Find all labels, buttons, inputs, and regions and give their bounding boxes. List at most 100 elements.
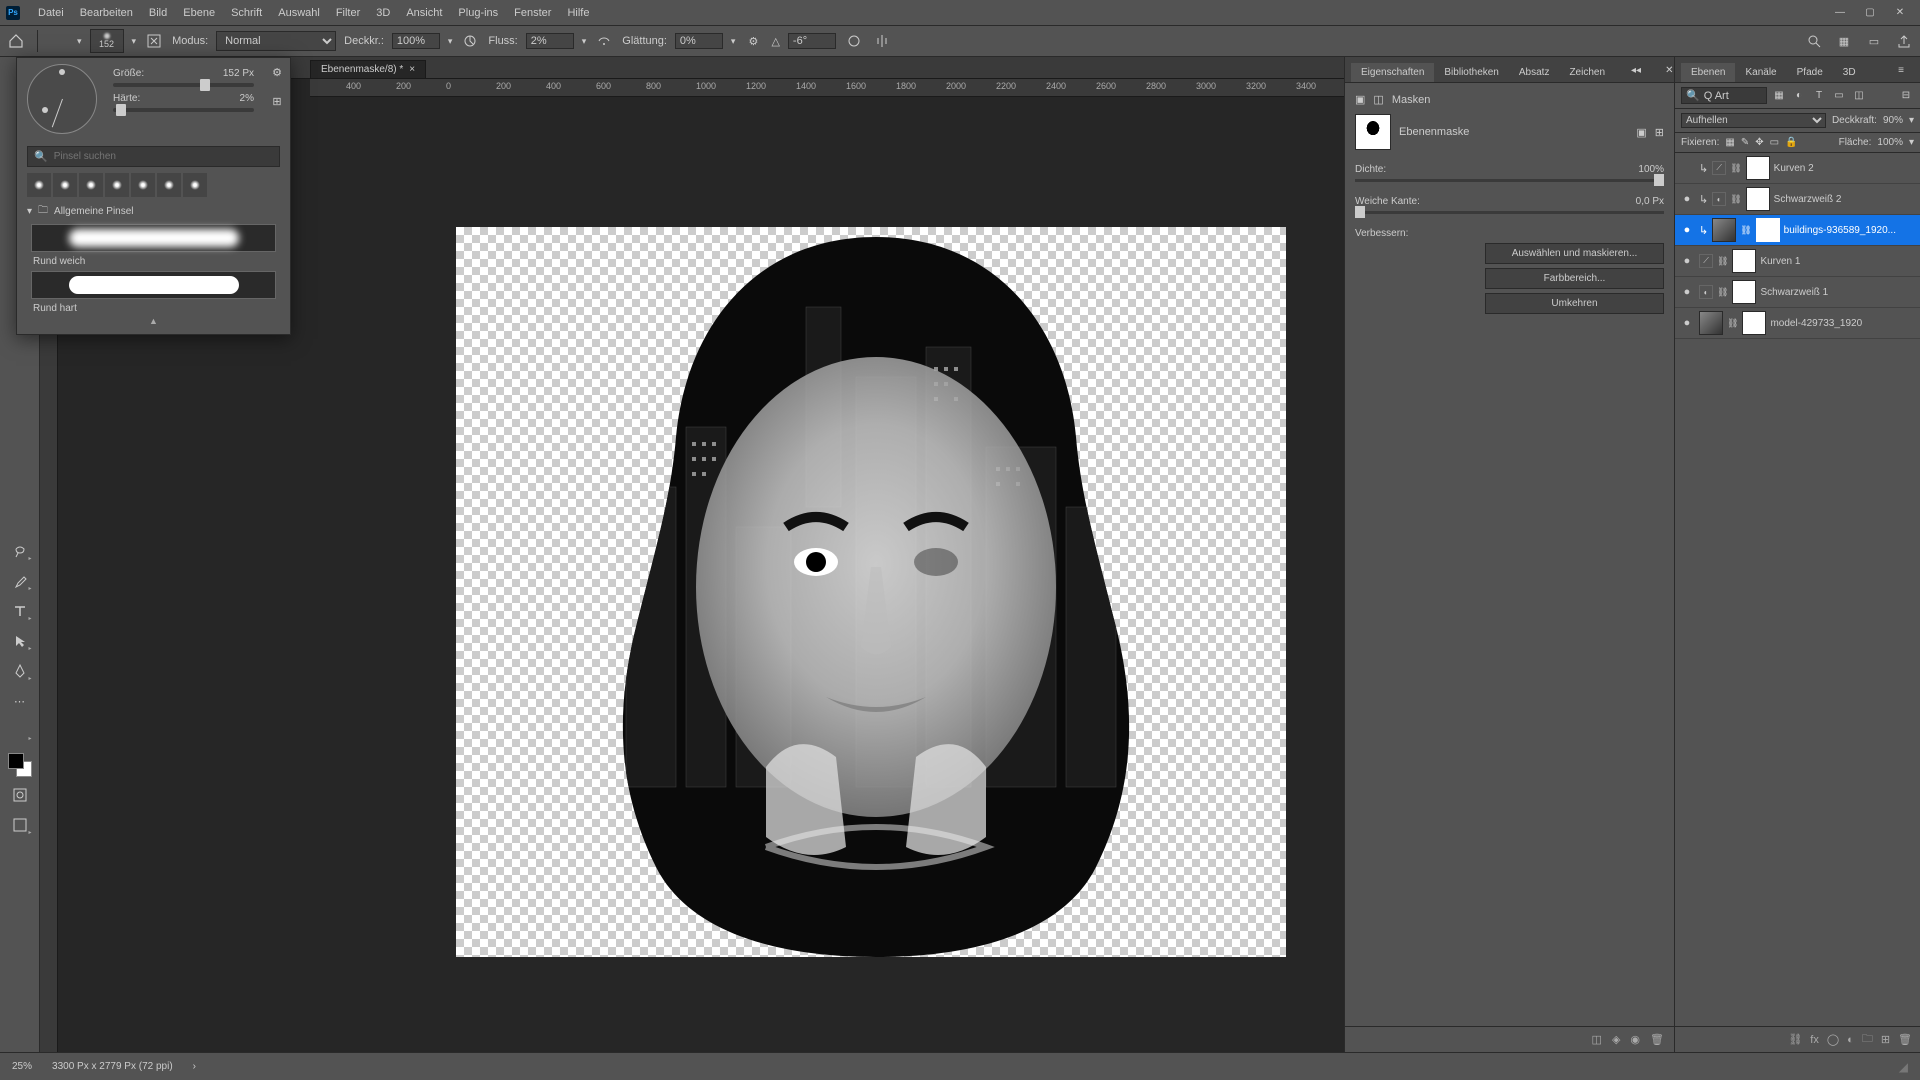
brush-search-input[interactable] [54, 151, 273, 162]
chevron-down-icon[interactable]: ▾ [582, 36, 587, 47]
link-layers-icon[interactable]: ⛓ [1788, 1033, 1802, 1046]
tab-3d[interactable]: 3D [1833, 63, 1866, 82]
lock-transparency-icon[interactable]: ▦ [1725, 137, 1734, 148]
tab-kanaele[interactable]: Kanäle [1735, 63, 1786, 82]
mask-thumb[interactable] [1756, 218, 1780, 242]
resize-handle[interactable]: ▲ [17, 316, 290, 326]
brush-search[interactable]: 🔍 [27, 146, 280, 167]
filter-type-icon[interactable]: T [1811, 88, 1827, 104]
new-preset-icon[interactable]: ⊞ [272, 95, 281, 108]
visibility-toggle[interactable]: ● [1679, 317, 1695, 329]
lock-all-icon[interactable]: 🔒 [1785, 137, 1797, 148]
recent-brush[interactable] [183, 173, 207, 197]
invert-button[interactable]: Umkehren [1485, 293, 1664, 314]
new-group-icon[interactable]: 🗀 [1862, 1030, 1873, 1049]
ruler-horizontal[interactable]: 0 200 400 200 400 600 800 1000 1200 1400… [310, 79, 1344, 97]
menu-hilfe[interactable]: Hilfe [559, 3, 597, 23]
recent-brush[interactable] [27, 173, 51, 197]
workspace-icon[interactable]: ▭ [1864, 31, 1884, 51]
delete-mask-icon[interactable]: 🗑 [1650, 1033, 1664, 1046]
document-tab[interactable]: Ebenenmaske/8) * × [310, 60, 426, 78]
brush-preset-preview[interactable]: 152 [90, 29, 124, 53]
filter-toggle-icon[interactable]: ⊟ [1898, 88, 1914, 104]
chevron-down-icon[interactable]: ▾ [1909, 115, 1914, 126]
screenmode-tool[interactable]: ▸ [7, 813, 33, 837]
tab-pfade[interactable]: Pfade [1787, 63, 1833, 82]
pressure-opacity-icon[interactable] [460, 31, 480, 51]
dots-tool[interactable]: ⋯ [7, 689, 33, 713]
visibility-toggle[interactable]: ● [1679, 193, 1695, 205]
tab-zeichen[interactable]: Zeichen [1559, 63, 1615, 82]
color-swatches[interactable] [8, 753, 32, 777]
recent-brush[interactable] [131, 173, 155, 197]
gear-icon[interactable]: ⚙ [272, 66, 282, 79]
apply-mask-icon[interactable]: ◈ [1612, 1033, 1620, 1046]
filter-shape-icon[interactable]: ▭ [1831, 88, 1847, 104]
layer-row[interactable]: ● ◐ ⛓ Schwarzweiß 1 [1675, 277, 1920, 308]
close-button[interactable]: ✕ [1886, 4, 1914, 22]
layer-name[interactable]: Schwarzweiß 1 [1760, 287, 1916, 298]
more-tool[interactable]: ▸ [7, 719, 33, 743]
opacity-value[interactable]: 90% [1883, 115, 1903, 126]
size-value[interactable]: 152 Px [223, 68, 254, 79]
hardness-slider[interactable] [113, 108, 254, 112]
mask-thumb[interactable] [1746, 156, 1770, 180]
tab-absatz[interactable]: Absatz [1509, 63, 1560, 82]
chevron-down-icon[interactable]: ▾ [132, 36, 137, 47]
menu-ansicht[interactable]: Ansicht [398, 3, 450, 23]
brush-settings-icon[interactable] [144, 31, 164, 51]
document-info[interactable]: 3300 Px x 2779 Px (72 ppi) [52, 1061, 173, 1072]
search-icon[interactable] [1804, 31, 1824, 51]
lock-artboard-icon[interactable]: ▭ [1770, 137, 1779, 148]
menu-auswahl[interactable]: Auswahl [270, 3, 328, 23]
pixel-mask-icon[interactable]: ▣ [1355, 93, 1365, 106]
size-slider[interactable] [113, 83, 254, 87]
airbrush-icon[interactable] [594, 31, 614, 51]
menu-bearbeiten[interactable]: Bearbeiten [72, 3, 141, 23]
blend-mode-select[interactable]: Normal [216, 31, 336, 51]
link-icon[interactable]: ⛓ [1727, 318, 1738, 329]
angle-input[interactable] [788, 33, 836, 49]
filter-smart-icon[interactable]: ◫ [1851, 88, 1867, 104]
home-icon[interactable] [6, 31, 26, 51]
quickmask-tool[interactable] [7, 783, 33, 807]
menu-schrift[interactable]: Schrift [223, 3, 270, 23]
mask-add-icon[interactable]: ⊞ [1655, 126, 1664, 139]
link-icon[interactable]: ⛓ [1730, 163, 1741, 174]
visibility-toggle[interactable]: ● [1679, 224, 1695, 236]
chevron-down-icon[interactable]: ▾ [448, 36, 453, 47]
density-slider[interactable] [1355, 179, 1664, 182]
add-mask-icon[interactable]: ◯ [1827, 1033, 1839, 1046]
panel-menu-icon[interactable]: ≡ [1888, 61, 1914, 80]
maximize-button[interactable]: ▢ [1856, 4, 1884, 22]
hardness-value[interactable]: 2% [240, 93, 254, 104]
color-range-button[interactable]: Farbbereich... [1485, 268, 1664, 289]
chevron-down-icon[interactable]: ▾ [77, 36, 82, 47]
canvas[interactable] [336, 97, 1344, 1052]
menu-fenster[interactable]: Fenster [506, 3, 559, 23]
mask-thumb[interactable] [1746, 187, 1770, 211]
zoom-level[interactable]: 25% [12, 1061, 32, 1072]
tab-ebenen[interactable]: Ebenen [1681, 63, 1735, 82]
layer-row[interactable]: ● ⟋ ⛓ Kurven 1 [1675, 246, 1920, 277]
blend-mode-select[interactable]: Aufhellen [1681, 113, 1826, 128]
layer-name[interactable]: Schwarzweiß 2 [1774, 194, 1916, 205]
panel-collapse-icon[interactable]: ◂◂ [1621, 61, 1651, 80]
toggle-mask-icon[interactable]: ◉ [1630, 1033, 1640, 1046]
eyedropper-tool[interactable]: ▸ [7, 569, 33, 593]
layer-name[interactable]: model-429733_1920 [1770, 318, 1916, 329]
delete-layer-icon[interactable]: 🗑 [1898, 1033, 1912, 1046]
layer-kind-filter[interactable]: 🔍 Q Art [1681, 87, 1767, 104]
symmetry-icon[interactable] [872, 31, 892, 51]
cloud-docs-icon[interactable]: ▦ [1834, 31, 1854, 51]
layer-name[interactable]: Kurven 2 [1774, 163, 1916, 174]
visibility-toggle[interactable]: ● [1679, 286, 1695, 298]
layer-row[interactable]: ● ↳ ⛓ buildings-936589_1920... [1675, 215, 1920, 246]
recent-brush[interactable] [53, 173, 77, 197]
menu-plugins[interactable]: Plug-ins [450, 3, 506, 23]
brush-preset-soft[interactable] [31, 224, 276, 252]
layer-thumb[interactable] [1712, 218, 1736, 242]
minimize-button[interactable]: — [1826, 4, 1854, 22]
feather-value[interactable]: 0,0 Px [1636, 196, 1664, 207]
lock-paint-icon[interactable]: ✎ [1741, 137, 1749, 148]
